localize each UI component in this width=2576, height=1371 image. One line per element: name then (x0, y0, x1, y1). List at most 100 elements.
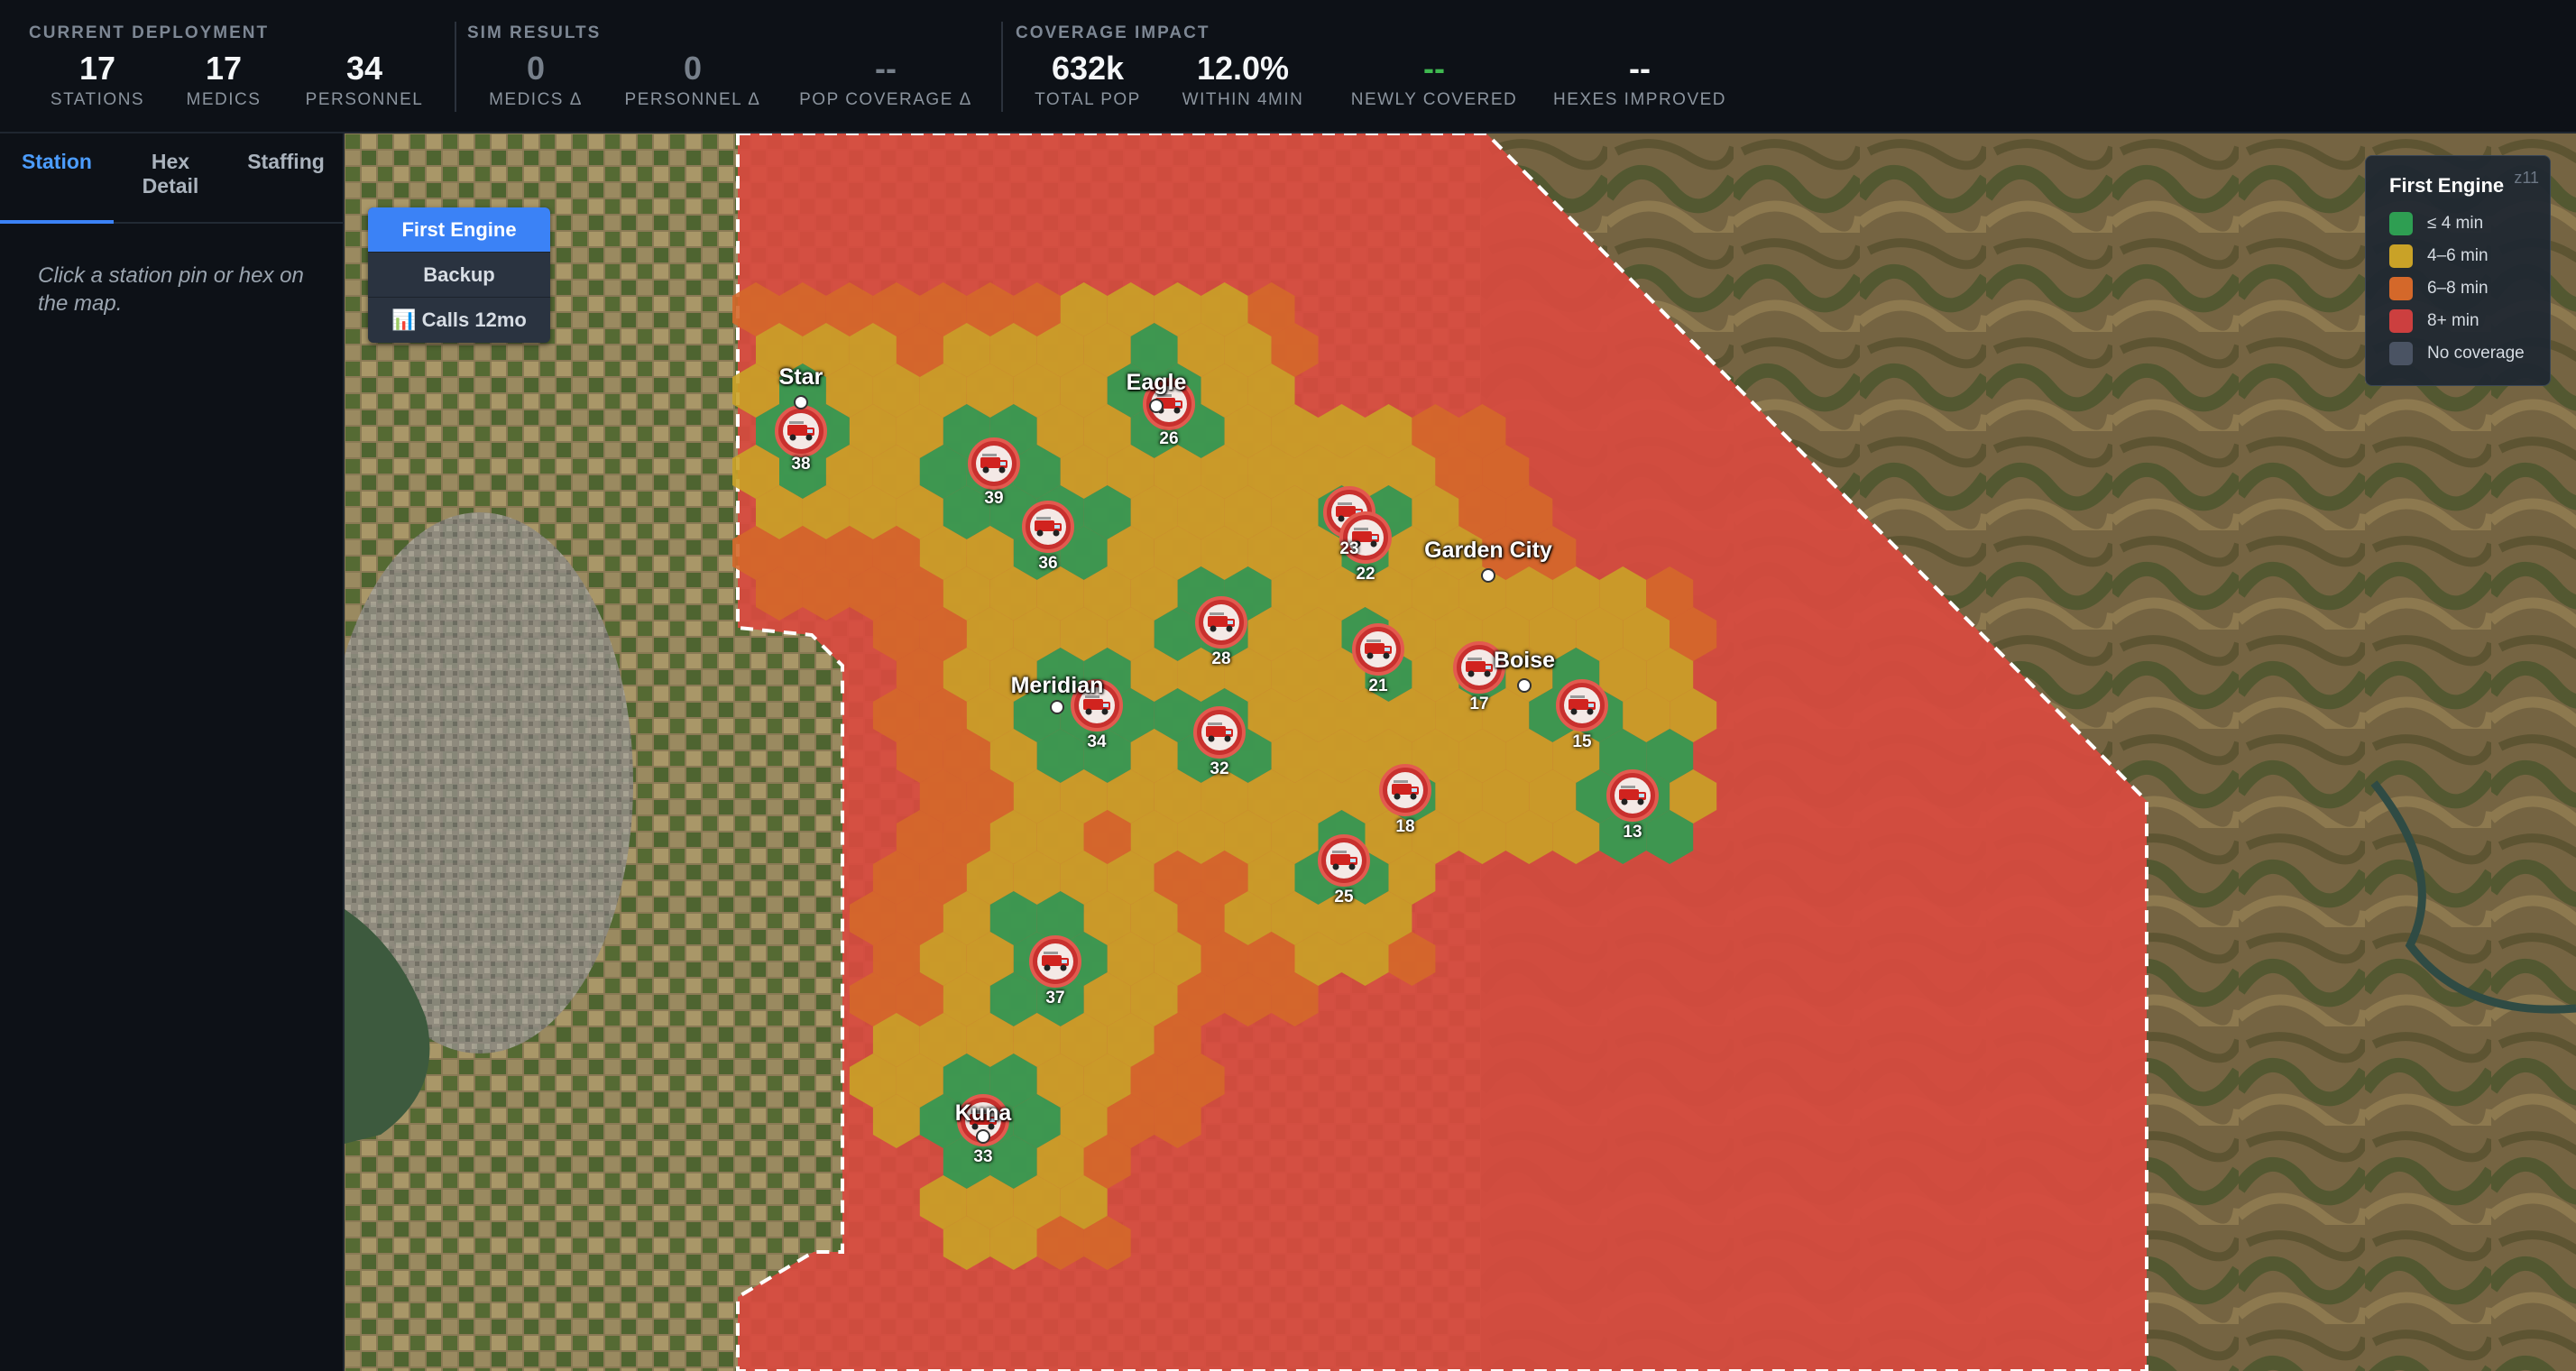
station-number: 37 (1045, 989, 1065, 1008)
legend-label: 4–6 min (2427, 246, 2489, 265)
medics-stat: 17 MEDICS (187, 49, 262, 110)
total-pop-value: 632k (1051, 50, 1125, 87)
within-4min-stat: 12.0% WITHIN 4MIN (1182, 49, 1304, 110)
station-pin[interactable] (1029, 935, 1081, 988)
coverage-impact-group: COVERAGE IMPACT 632k TOTAL POP 12.0% WIT… (1016, 0, 1755, 133)
station-number: 28 (1211, 649, 1231, 668)
city-marker (1149, 399, 1164, 413)
legend-panel: First Engine z11 ≤ 4 min 4–6 min 6–8 min… (2365, 155, 2551, 386)
station-number: 25 (1334, 888, 1354, 906)
station-number: 36 (1038, 554, 1058, 573)
personnel-value: 34 (345, 50, 383, 87)
legend-swatch (2389, 309, 2413, 333)
sidebar: Station Hex Detail Staffing Click a stat… (0, 133, 345, 1371)
medics-delta-value: 0 (526, 50, 546, 87)
personnel-delta-value: 0 (683, 50, 703, 87)
layer-first-engine-button[interactable]: First Engine (368, 207, 550, 253)
app-window: CURRENT DEPLOYMENT 17 STATIONS 17 MEDICS… (0, 0, 2576, 1371)
medics-value: 17 (205, 50, 243, 87)
newly-covered-stat: -- NEWLY COVERED (1351, 49, 1518, 110)
city-label-eagle: Eagle (1126, 370, 1187, 395)
personnel-delta-label: PERSONNEL Δ (624, 90, 761, 109)
station-pin[interactable] (1352, 623, 1404, 676)
legend-label: 8+ min (2427, 311, 2479, 330)
station-number: 34 (1087, 732, 1107, 751)
legend-title: First Engine (2389, 174, 2505, 197)
medics-delta-stat: 0 MEDICS Δ (489, 49, 583, 110)
station-number: 17 (1469, 695, 1489, 713)
legend-swatch (2389, 277, 2413, 300)
city-label-kuna: Kuna (954, 1100, 1012, 1126)
station-pin[interactable] (968, 437, 1020, 490)
legend-swatch (2389, 342, 2413, 365)
stats-bar: CURRENT DEPLOYMENT 17 STATIONS 17 MEDICS… (0, 0, 2576, 133)
newly-covered-value: -- (1423, 50, 1445, 87)
within-4min-label: WITHIN 4MIN (1182, 90, 1304, 109)
current-deployment-group: CURRENT DEPLOYMENT 17 STATIONS 17 MEDICS… (29, 0, 444, 133)
current-deployment-title: CURRENT DEPLOYMENT (29, 23, 270, 42)
map-layer-toggle: First Engine Backup 📊 Calls 12mo (368, 207, 550, 343)
station-number: 23 (1339, 539, 1359, 558)
pop-coverage-delta-stat: -- POP COVERAGE Δ (799, 49, 972, 110)
tab-station[interactable]: Station (0, 150, 114, 174)
station-pin[interactable] (1318, 834, 1370, 887)
station-number: 38 (791, 455, 811, 474)
station-pin[interactable] (1022, 501, 1074, 553)
sidebar-hint: Click a station pin or hex on the map. (38, 263, 304, 316)
coverage-map[interactable]: Star Eagle Garden City Meridian Boise Ku… (345, 133, 2576, 1371)
medics-label: MEDICS (186, 90, 262, 109)
station-pin[interactable] (775, 405, 827, 457)
personnel-delta-stat: 0 PERSONNEL Δ (625, 49, 761, 110)
legend-label: No coverage (2427, 344, 2525, 363)
hexes-improved-stat: -- HEXES IMPROVED (1553, 49, 1726, 110)
tab-staffing[interactable]: Staffing (229, 150, 343, 174)
legend-label: ≤ 4 min (2427, 214, 2484, 233)
stations-value: 17 (78, 50, 116, 87)
legend-swatch (2389, 244, 2413, 268)
tab-hex-detail[interactable]: Hex Detail (114, 150, 227, 198)
city-marker (1481, 568, 1495, 583)
city-label-boise: Boise (1493, 648, 1556, 673)
map-canvas[interactable] (345, 133, 2576, 1371)
station-number: 13 (1623, 823, 1642, 842)
station-number: 26 (1159, 429, 1179, 448)
station-pin[interactable] (1379, 764, 1431, 816)
city-label-garden-city: Garden City (1424, 538, 1552, 563)
legend-label: 6–8 min (2427, 279, 2489, 298)
city-label-meridian: Meridian (1010, 673, 1104, 698)
city-marker (794, 395, 808, 409)
station-number: 15 (1572, 732, 1592, 751)
legend-swatch (2389, 212, 2413, 235)
station-pin[interactable] (1556, 679, 1608, 732)
pop-coverage-delta-label: POP COVERAGE Δ (799, 90, 972, 109)
sim-results-group: SIM RESULTS 0 MEDICS Δ 0 PERSONNEL Δ -- … (467, 0, 972, 133)
personnel-stat: 34 PERSONNEL (306, 49, 424, 110)
total-pop-stat: 632k TOTAL POP (1035, 49, 1141, 110)
zoom-level: z11 (2514, 169, 2539, 187)
station-pin[interactable] (1193, 706, 1246, 759)
hexes-improved-label: HEXES IMPROVED (1552, 90, 1727, 109)
station-number: 21 (1368, 676, 1388, 695)
pop-coverage-delta-value: -- (875, 50, 897, 87)
coverage-impact-title: COVERAGE IMPACT (1016, 23, 1210, 42)
city-marker (1050, 700, 1064, 714)
city-label-star: Star (778, 364, 823, 390)
city-marker (976, 1129, 990, 1144)
station-number: 39 (984, 489, 1004, 508)
layer-calls-button[interactable]: 📊 Calls 12mo (368, 298, 550, 343)
stats-divider (1001, 22, 1003, 112)
sidebar-tabs: Station Hex Detail Staffing (0, 133, 343, 224)
station-number: 32 (1210, 759, 1229, 778)
station-number: 22 (1356, 565, 1375, 584)
active-tab-indicator (0, 220, 114, 224)
medics-delta-label: MEDICS Δ (489, 90, 583, 109)
station-pin[interactable] (1606, 769, 1659, 822)
newly-covered-label: NEWLY COVERED (1350, 90, 1518, 109)
station-number: 18 (1395, 817, 1415, 836)
sim-results-title: SIM RESULTS (467, 23, 602, 42)
layer-backup-button[interactable]: Backup (368, 253, 550, 298)
hexes-improved-value: -- (1629, 50, 1651, 87)
personnel-label: PERSONNEL (305, 90, 424, 109)
station-pin[interactable] (1195, 596, 1247, 649)
total-pop-label: TOTAL POP (1035, 90, 1141, 109)
